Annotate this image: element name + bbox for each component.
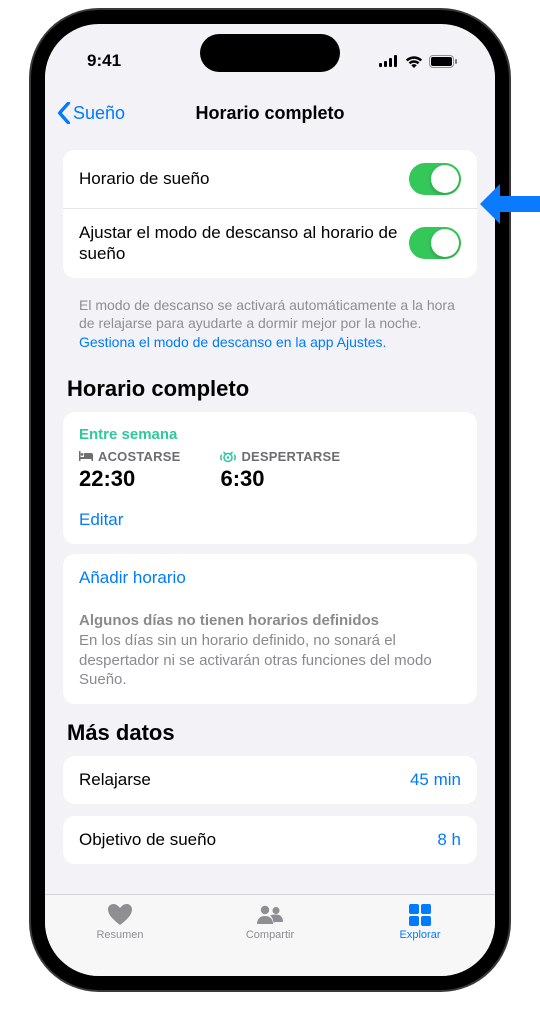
tab-summary-label: Resumen (96, 929, 143, 941)
content-scroll[interactable]: Horario de sueño Ajustar el modo de desc… (45, 138, 495, 894)
tab-share-label: Compartir (246, 929, 294, 941)
winddown-label: Ajustar el modo de descanso al horario d… (79, 222, 409, 265)
signal-icon (379, 55, 399, 67)
sleep-schedule-row: Horario de sueño (63, 150, 477, 208)
manage-winddown-link[interactable]: Gestiona el modo de descanso en la app A… (79, 334, 386, 350)
back-button[interactable]: Sueño (57, 102, 125, 124)
sleep-goal-value: 8 h (437, 830, 461, 850)
tab-share[interactable]: Compartir (220, 903, 320, 941)
wake-label: DESPERTARSE (241, 449, 340, 464)
winddown-detail-row[interactable]: Relajarse 45 min (63, 756, 477, 804)
tab-summary[interactable]: Resumen (70, 903, 170, 941)
more-data-header: Más datos (63, 714, 477, 756)
sleep-schedule-toggle[interactable] (409, 163, 461, 195)
sleep-goal-row[interactable]: Objetivo de sueño 8 h (63, 816, 477, 864)
tab-bar: Resumen Compartir Explorar (45, 894, 495, 976)
sleep-schedule-label: Horario de sueño (79, 168, 409, 189)
status-time: 9:41 (87, 51, 121, 71)
bed-label: ACOSTARSE (98, 449, 180, 464)
sleep-goal-label: Objetivo de sueño (79, 830, 216, 850)
grid-icon (406, 903, 434, 927)
tab-browse[interactable]: Explorar (370, 903, 470, 941)
toggles-card: Horario de sueño Ajustar el modo de desc… (63, 150, 477, 278)
footnote-text: El modo de descanso se activará automáti… (79, 297, 455, 332)
dynamic-island (200, 34, 340, 72)
winddown-footnote: El modo de descanso se activará automáti… (63, 288, 477, 371)
add-schedule-link[interactable]: Añadir horario (63, 554, 477, 602)
schedule-card[interactable]: Entre semana ACOSTARSE 22:30 DESPERTARSE (63, 412, 477, 544)
heart-icon (106, 903, 134, 927)
winddown-row: Ajustar el modo de descanso al horario d… (63, 208, 477, 278)
winddown-detail-label: Relajarse (79, 770, 151, 790)
add-schedule-card: Añadir horario Algunos días no tienen ho… (63, 554, 477, 704)
battery-icon (429, 55, 457, 68)
nav-bar: Sueño Horario completo (45, 88, 495, 138)
add-note-body: En los días sin un horario definido, no … (63, 631, 477, 704)
alarm-icon (220, 451, 236, 463)
winddown-detail-value: 45 min (410, 770, 461, 790)
page-title: Horario completo (195, 103, 344, 124)
edit-schedule-link[interactable]: Editar (63, 500, 477, 544)
full-schedule-header: Horario completo (63, 370, 477, 412)
schedule-times: ACOSTARSE 22:30 DESPERTARSE 6:30 (63, 449, 477, 500)
wake-time: 6:30 (220, 466, 340, 492)
winddown-toggle[interactable] (409, 227, 461, 259)
callout-arrow-icon (478, 182, 540, 226)
people-icon (256, 903, 284, 927)
chevron-left-icon (57, 102, 71, 124)
wifi-icon (405, 55, 423, 68)
add-note-title: Algunos días no tienen horarios definido… (63, 602, 477, 631)
bed-time: 22:30 (79, 466, 180, 492)
back-label: Sueño (73, 103, 125, 124)
schedule-period: Entre semana (63, 412, 477, 449)
tab-browse-label: Explorar (400, 929, 441, 941)
bed-icon (79, 451, 93, 462)
